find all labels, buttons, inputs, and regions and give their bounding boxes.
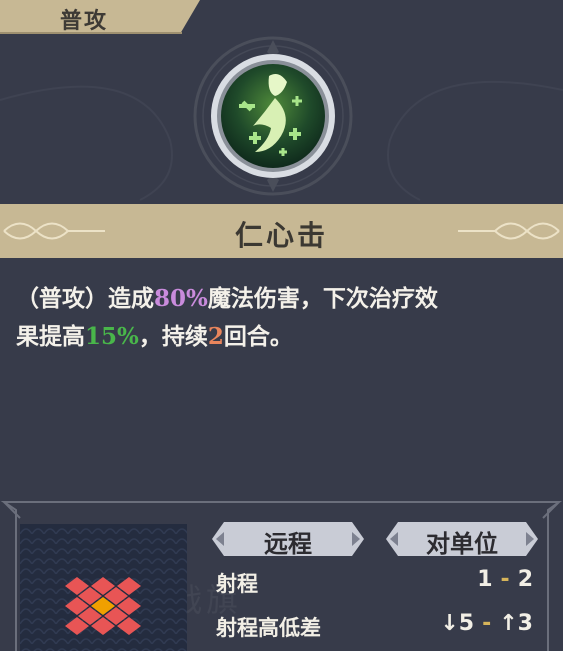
skill-emblem (193, 36, 353, 196)
height-diff-label: 射程高低差 (216, 615, 321, 640)
desc-text: ，持续 (138, 323, 208, 350)
range-min: 1 (477, 567, 493, 592)
attack-type-badge: 远程 (212, 522, 364, 558)
range-max: 2 (517, 567, 533, 592)
desc-text: 魔法伤害，下次治疗效 (207, 285, 438, 312)
skill-name-banner: 仁心击 (0, 204, 563, 258)
height-separator: - (482, 611, 492, 636)
skill-description: （普攻）造成80%魔法伤害，下次治疗效 果提高15%，持续2回合。 (16, 280, 536, 356)
range-value: 1-2 (477, 567, 533, 592)
range-tiles (65, 577, 141, 635)
desc-text: 回合。 (223, 323, 293, 350)
attack-type-label: 远程 (264, 529, 312, 558)
skill-type-tag: 普攻 (0, 0, 200, 34)
range-label: 射程 (216, 571, 258, 596)
target-type-badge: 对单位 (386, 522, 538, 558)
heal-bonus-percent: 15% (85, 323, 139, 350)
skill-name: 仁心击 (234, 219, 328, 252)
target-type-label: 对单位 (426, 529, 498, 558)
height-diff-value: ↓5- ↑3 (440, 611, 533, 636)
range-separator: - (500, 567, 510, 592)
duration-turns: 2 (207, 323, 224, 350)
skill-type-label: 普攻 (60, 8, 109, 34)
desc-text: （普攻）造成 (16, 285, 154, 312)
height-down: ↓5 (440, 611, 475, 636)
desc-text: 果提高 (16, 323, 85, 350)
damage-percent: 80% (154, 285, 208, 312)
range-diagram (20, 524, 187, 651)
height-up: ↑3 (499, 611, 533, 636)
